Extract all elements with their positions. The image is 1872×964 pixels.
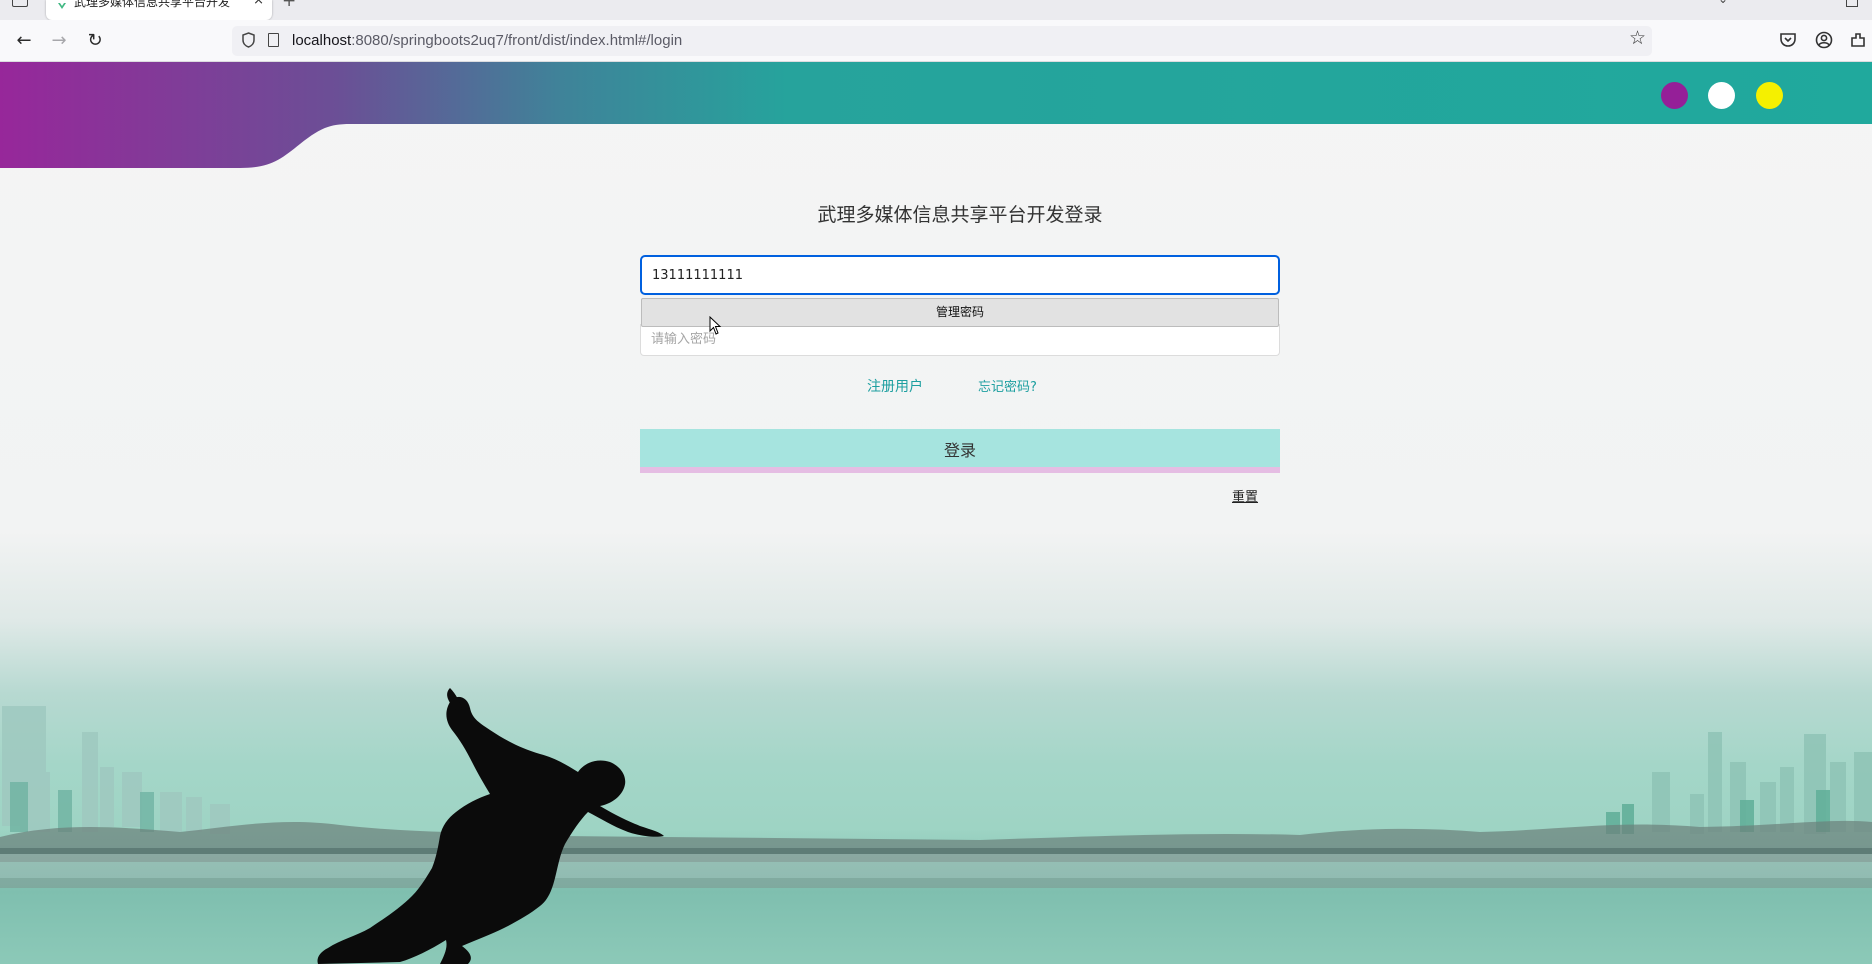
forgot-password-link[interactable]: 忘记密码? <box>978 376 1037 395</box>
tab-close-icon[interactable]: × <box>253 0 264 8</box>
login-page: 武理多媒体信息共享平台开发登录 管理密码 注册用户 忘记密码? 登录 重置 <box>0 62 1872 964</box>
manage-passwords-dropdown-item[interactable]: 管理密码 <box>641 298 1279 327</box>
mouse-cursor-icon <box>709 316 722 335</box>
reload-icon[interactable]: ↻ <box>81 28 109 54</box>
username-input[interactable] <box>640 255 1280 295</box>
new-tab-button[interactable]: + <box>282 0 296 11</box>
page-info-icon[interactable] <box>268 33 279 47</box>
url-text[interactable]: localhost:8080/springboots2uq7/front/dis… <box>292 32 682 49</box>
extensions-icon[interactable] <box>1848 30 1868 50</box>
reset-button[interactable]: 重置 <box>1232 486 1258 505</box>
register-link[interactable]: 注册用户 <box>867 376 923 396</box>
url-bar[interactable]: localhost:8080/springboots2uq7/front/dis… <box>232 26 1652 56</box>
tab-title: 武理多媒体信息共享平台开发 <box>74 0 231 9</box>
star-icon[interactable]: ☆ <box>1629 27 1646 49</box>
theme-dot-white[interactable] <box>1708 82 1735 109</box>
pocket-icon[interactable] <box>1778 30 1798 50</box>
forward-arrow-icon[interactable]: → <box>45 28 73 54</box>
account-icon[interactable] <box>1814 30 1834 50</box>
tab-list-icon[interactable] <box>12 0 28 7</box>
page-title: 武理多媒体信息共享平台开发登录 <box>817 204 1103 226</box>
header-banner <box>0 62 1872 168</box>
browser-navbar: ← → ↻ localhost:8080/springboots2uq7/fro… <box>0 20 1872 62</box>
tab-overflow-chevron-icon[interactable]: ⌄ <box>1718 0 1728 6</box>
browser-tab[interactable]: 武理多媒体信息共享平台开发 × <box>46 0 272 20</box>
theme-dot-yellow[interactable] <box>1756 82 1783 109</box>
vue-favicon-icon <box>58 3 66 9</box>
login-button[interactable]: 登录 <box>640 429 1280 473</box>
password-input[interactable] <box>640 324 1280 356</box>
theme-dot-purple[interactable] <box>1661 82 1688 109</box>
tracking-shield-icon[interactable] <box>242 32 255 48</box>
window-control-icon[interactable] <box>1846 0 1858 7</box>
browser-tab-strip: 武理多媒体信息共享平台开发 × + ⌄ <box>0 0 1872 20</box>
back-arrow-icon[interactable]: ← <box>10 28 38 54</box>
background-scenery-image <box>0 688 1872 964</box>
